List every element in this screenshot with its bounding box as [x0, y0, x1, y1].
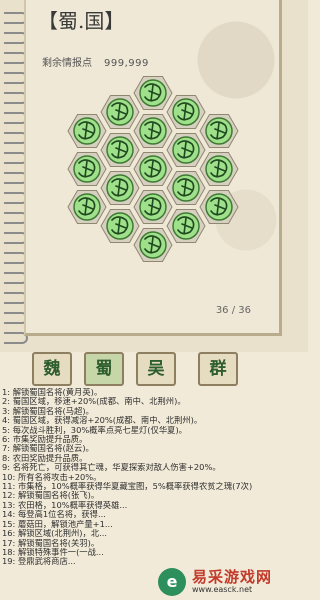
effect-row: 8: 农田奖励提升品质。	[2, 453, 88, 463]
effect-row: 9: 名将死亡，可获得其亡魂，华夏探索对敌人伤害+20%。	[2, 463, 221, 473]
effect-row: 4: 蜀国区域，获得减溶+20%(成都、南中、北荆州)。	[2, 416, 203, 426]
effect-row: 10: 所有名将攻击+20%。	[2, 472, 102, 482]
intel-page: 【蜀.国】 剩余情报点 999,999 36 / 36	[24, 0, 282, 336]
tab-wu[interactable]: 吴	[136, 352, 176, 386]
effect-row: 18: 解锁特殊事件一(一战...	[2, 547, 104, 557]
effect-row: 5: 每次战斗胜利，30%概率点亮七星灯(仅华夏)。	[2, 425, 187, 435]
watermark-name: 易采游戏网	[192, 568, 273, 586]
effect-row: 13: 农田格，10%概率获得英雄...	[2, 500, 128, 510]
hex-tile-7[interactable]	[100, 209, 140, 243]
hex-tile-6[interactable]	[100, 171, 140, 205]
hex-tile-3[interactable]	[67, 190, 107, 224]
tab-wei[interactable]: 魏	[32, 352, 72, 386]
hex-tile-9[interactable]	[133, 114, 173, 148]
hex-tile-14[interactable]	[166, 133, 206, 167]
notebook: 【蜀.国】 剩余情报点 999,999 36 / 36	[0, 0, 308, 352]
hex-tile-1[interactable]	[67, 114, 107, 148]
hex-tile-10[interactable]	[133, 152, 173, 186]
hex-tile-2[interactable]	[67, 152, 107, 186]
kingdom-tabs: 魏 蜀 吴 群	[32, 352, 252, 388]
tab-shu[interactable]: 蜀	[84, 352, 124, 386]
effect-row: 3: 解锁蜀国名将(马超)。	[2, 406, 94, 416]
effect-row: 7: 解锁蜀国名将(赵云)。	[2, 444, 94, 454]
effect-row: 1: 解锁蜀国名将(黄月英)。	[2, 388, 103, 397]
hex-tile-4[interactable]	[100, 95, 140, 129]
hex-tile-12[interactable]	[133, 228, 173, 262]
effect-row: 11: 市集格，10%概率获得华夏藏宝图，5%概率获得农贫之瑰(7次)	[2, 482, 253, 492]
hex-tile-5[interactable]	[100, 133, 140, 167]
page-indicator: 36 / 36	[215, 305, 251, 316]
effect-row: 17: 解锁蜀国名将(关羽)。	[2, 538, 100, 548]
watermark: e 易采游戏网 www.easck.net	[158, 566, 306, 598]
hex-tile-8[interactable]	[133, 76, 173, 110]
effect-row: 12: 解锁蜀国名将(张飞)。	[2, 491, 100, 501]
effect-row: 6: 市集奖励提升品质。	[2, 435, 88, 445]
hex-tile-16[interactable]	[166, 209, 206, 243]
effect-row: 14: 每登高1位名将，获得...	[2, 510, 106, 520]
hex-tile-17[interactable]	[199, 114, 239, 148]
hex-tile-18[interactable]	[199, 152, 239, 186]
watermark-logo-icon: e	[158, 568, 186, 596]
hex-tile-15[interactable]	[166, 171, 206, 205]
hex-grid	[67, 76, 239, 262]
tab-qun[interactable]: 群	[198, 352, 238, 386]
effect-row: 2: 蜀国区域，移速+20%(成都、南中、北荆州)。	[2, 397, 186, 407]
effect-row: 15: 蘑菇田，解锁池产量+1...	[2, 519, 113, 529]
effect-row: 16: 解锁区域(北荆州)，北...	[2, 529, 108, 539]
hex-tile-11[interactable]	[133, 190, 173, 224]
watermark-url: www.easck.net	[192, 585, 253, 594]
hex-tile-13[interactable]	[166, 95, 206, 129]
hex-tile-19[interactable]	[199, 190, 239, 224]
